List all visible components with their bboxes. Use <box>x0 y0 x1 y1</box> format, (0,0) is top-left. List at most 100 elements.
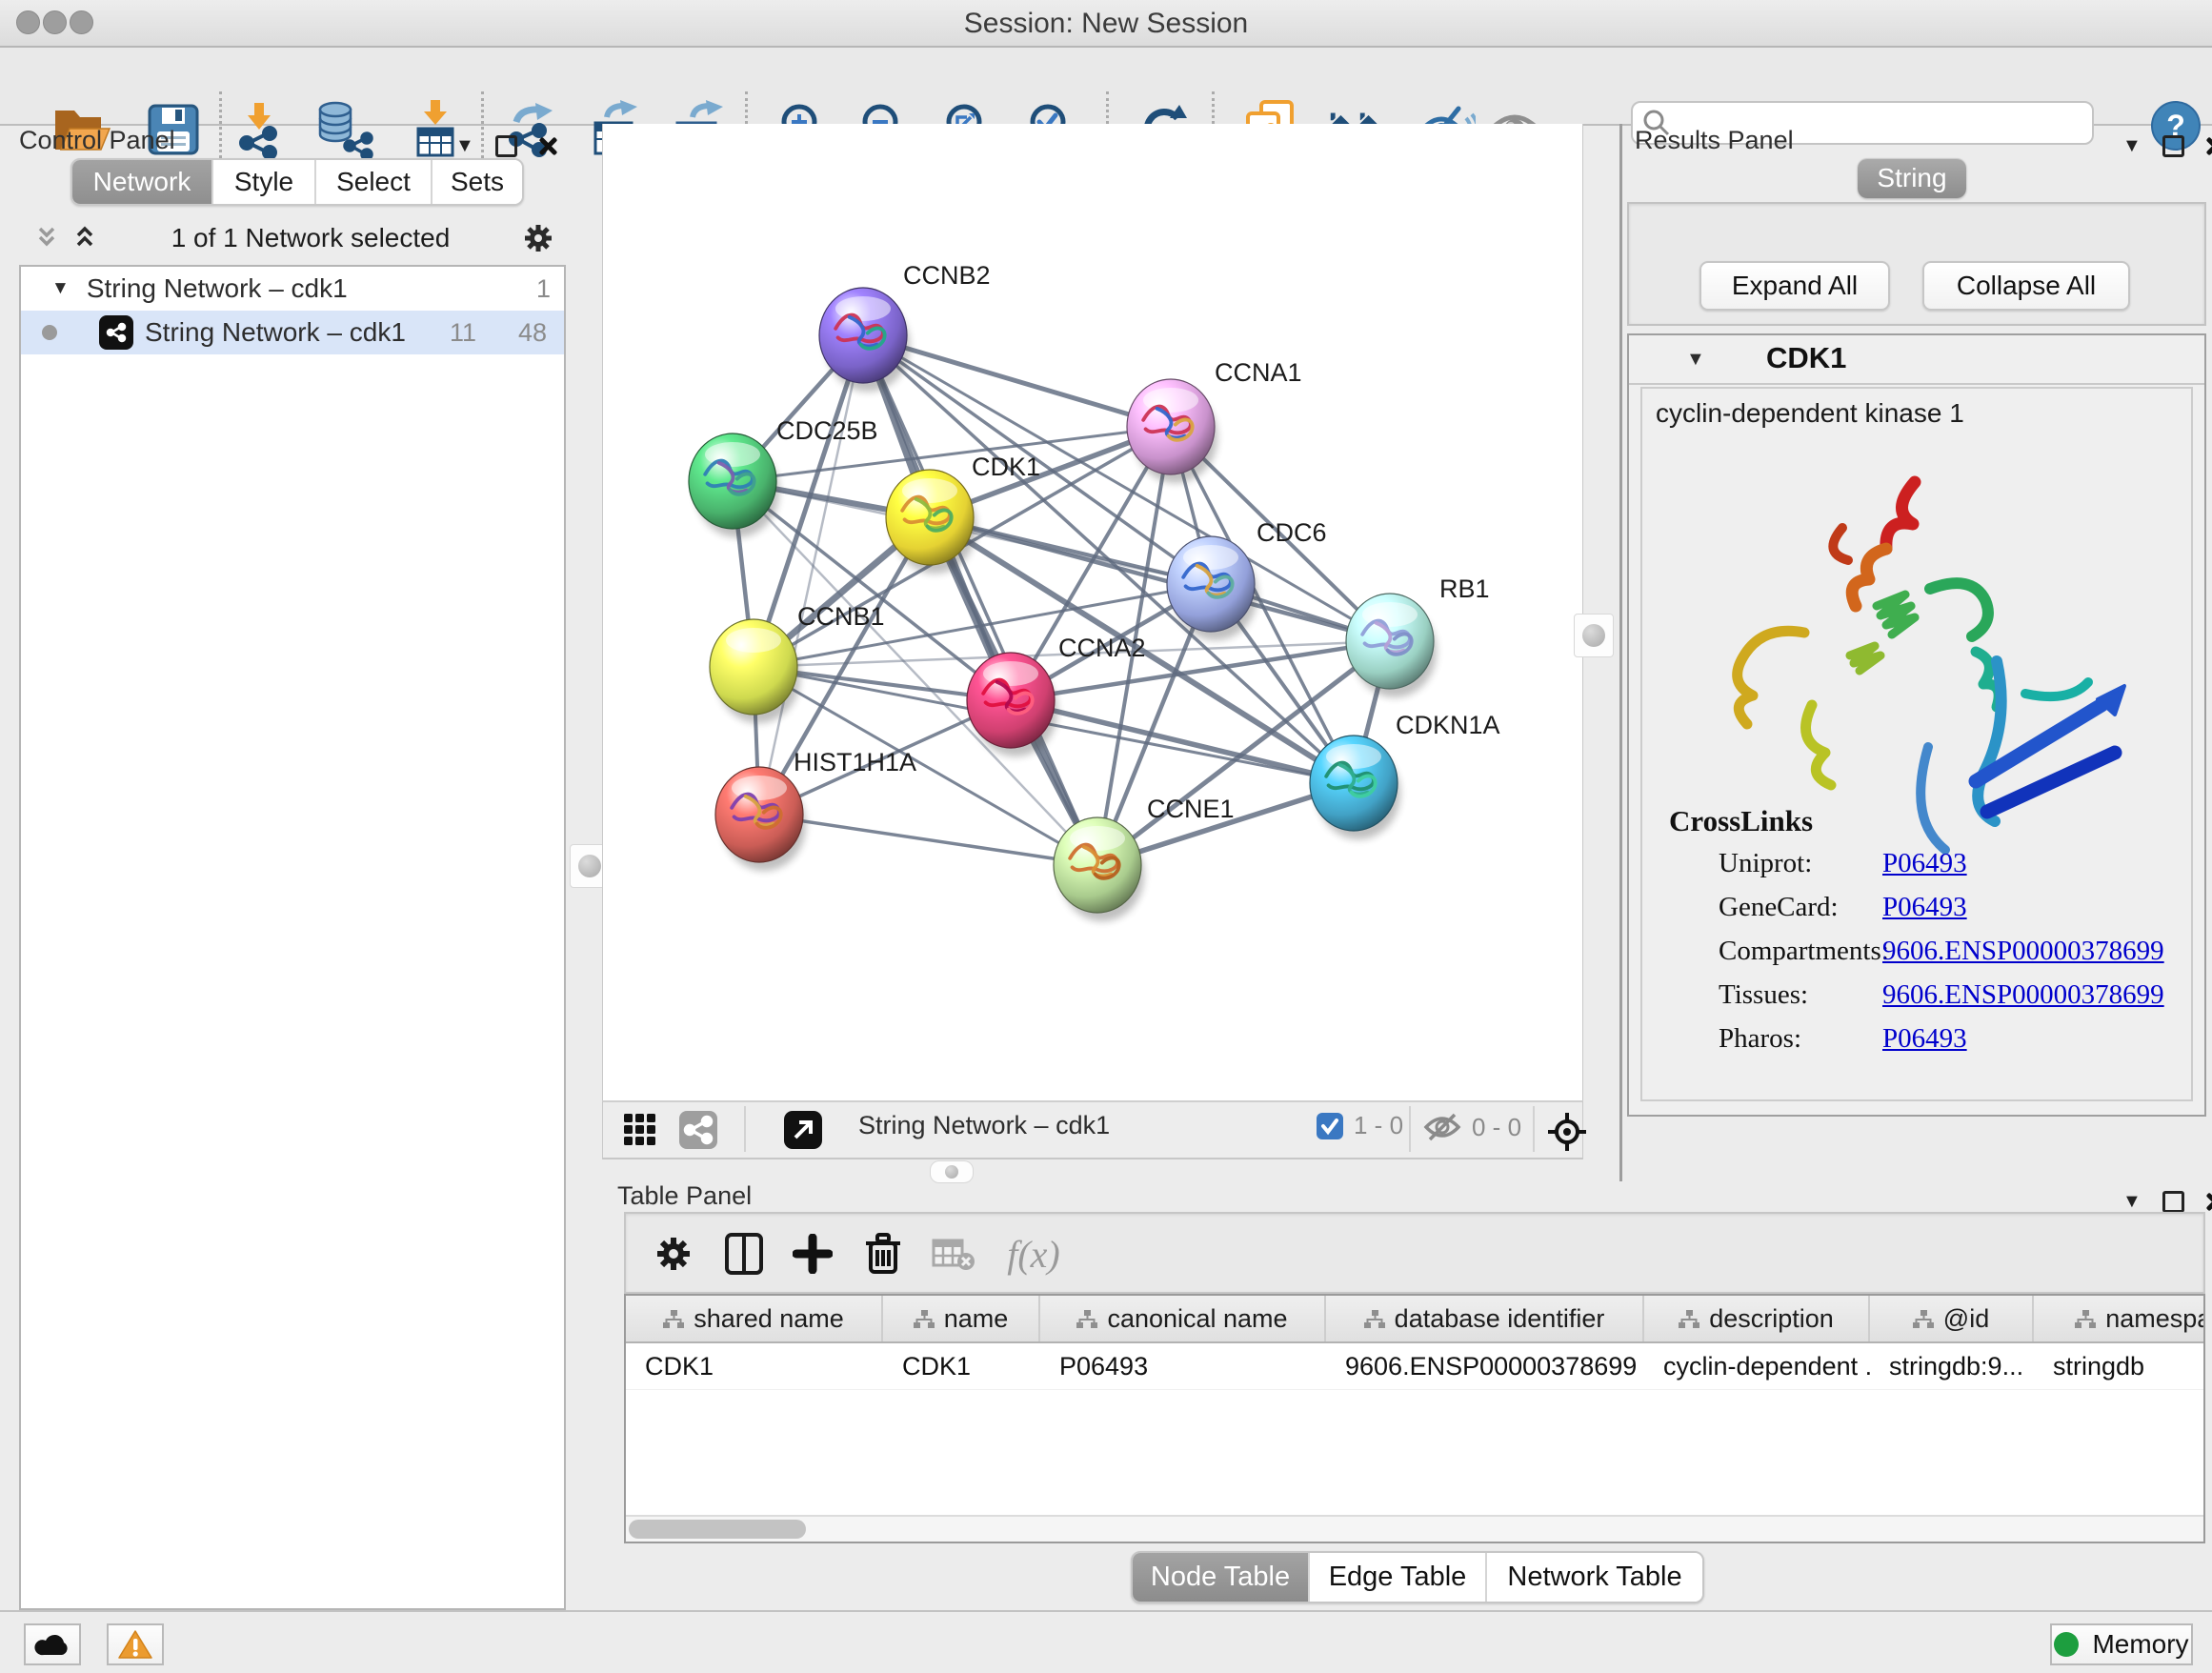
network-node-CDK1[interactable] <box>886 470 976 574</box>
panel-close-icon[interactable] <box>2205 136 2212 155</box>
collapse-all-icon[interactable] <box>32 224 61 252</box>
tab-network[interactable]: Network <box>72 160 213 204</box>
table-cell[interactable]: cyclin-dependent ... <box>1644 1343 1870 1389</box>
open-in-window-icon[interactable] <box>784 1111 822 1149</box>
tab-sets[interactable]: Sets <box>432 160 522 204</box>
network-row-selected[interactable]: String Network – cdk1 11 48 <box>21 311 564 354</box>
column-header-canonical-name[interactable]: canonical name <box>1040 1296 1326 1341</box>
toolbar-separator <box>219 91 222 164</box>
network-type-icon <box>99 315 133 350</box>
tab-edge-table[interactable]: Edge Table <box>1310 1553 1487 1602</box>
birds-eye-navigator-icon[interactable] <box>1546 1111 1588 1153</box>
collection-expand-icon[interactable]: ▼ <box>51 278 70 299</box>
network-node-count: 11 <box>450 318 476 348</box>
hidden-eye-icon[interactable] <box>1422 1111 1462 1143</box>
pharos-link[interactable]: P06493 <box>1882 1023 1967 1055</box>
panel-float-icon[interactable] <box>2162 1191 2184 1213</box>
panel-float-icon[interactable] <box>495 135 517 157</box>
warning-status-button[interactable] <box>107 1623 164 1665</box>
compartments-link[interactable]: 9606.ENSP00000378699 <box>1882 936 2164 967</box>
results-tab-string[interactable]: String <box>1858 158 1966 198</box>
horizontal-splitter-handle[interactable] <box>930 1160 974 1183</box>
network-canvas[interactable]: CCNB2CCNA1CDC25BCDK1CDC6RB1CCNB1CCNA2CDK… <box>602 124 1583 1100</box>
table-cell[interactable]: stringdb:9... <box>1870 1343 2034 1389</box>
scrollbar-thumb[interactable] <box>629 1520 806 1539</box>
network-node-CDKN1A[interactable] <box>1310 736 1400 839</box>
uniprot-link[interactable]: P06493 <box>1882 848 1967 879</box>
import-network-file-icon[interactable] <box>230 99 291 160</box>
collapse-all-button[interactable]: Collapse All <box>1922 261 2130 311</box>
show-columns-icon[interactable] <box>717 1227 771 1280</box>
import-network-database-icon[interactable] <box>314 99 375 160</box>
network-tree-header: 1 of 1 Network selected <box>19 213 564 263</box>
column-header-database-identifier[interactable]: database identifier <box>1326 1296 1644 1341</box>
panel-menu-icon[interactable]: ▼ <box>2122 135 2142 157</box>
crosslinks-heading: CrossLinks <box>1669 804 1813 838</box>
network-node-CCNA1[interactable] <box>1127 379 1217 483</box>
network-node-RB1[interactable] <box>1346 594 1437 697</box>
tab-node-table[interactable]: Node Table <box>1133 1553 1310 1602</box>
column-header-name[interactable]: name <box>883 1296 1040 1341</box>
grid-view-icon[interactable] <box>622 1112 658 1148</box>
network-row-label: String Network – cdk1 <box>145 317 406 348</box>
network-edge-count: 48 <box>518 318 547 348</box>
collection-count: 1 <box>536 274 551 304</box>
panel-close-icon[interactable] <box>538 136 557 155</box>
column-header-namespace[interactable]: namespace <box>2034 1296 2205 1341</box>
memory-label: Memory <box>2092 1629 2188 1660</box>
title-bar: Session: New Session <box>0 0 2212 48</box>
tab-select[interactable]: Select <box>316 160 432 204</box>
network-node-CDC25B[interactable] <box>689 433 779 537</box>
table-horizontal-scrollbar[interactable] <box>626 1515 2203 1542</box>
network-node-CCNE1[interactable] <box>1054 817 1144 921</box>
node-label-CDC25B: CDC25B <box>776 416 878 445</box>
table-cell[interactable]: CDK1 <box>626 1343 883 1389</box>
panel-menu-icon[interactable]: ▼ <box>2122 1191 2142 1213</box>
results-splitter[interactable] <box>1619 124 1622 1181</box>
column-header--id[interactable]: @id <box>1870 1296 2034 1341</box>
table-cell[interactable]: CDK1 <box>883 1343 1040 1389</box>
network-edge-CCNB2-HIST1H1A[interactable] <box>759 335 863 815</box>
network-share-icon[interactable] <box>679 1111 717 1149</box>
column-header-description[interactable]: description <box>1644 1296 1870 1341</box>
table-cell[interactable]: 9606.ENSP00000378699 <box>1326 1343 1644 1389</box>
table-header-row: shared namenamecanonical namedatabase id… <box>626 1296 2203 1343</box>
panel-float-icon[interactable] <box>2162 135 2184 157</box>
table-cell[interactable]: P06493 <box>1040 1343 1326 1389</box>
crosslink-row: Pharos: P06493 <box>1719 1023 1801 1055</box>
tissues-link[interactable]: 9606.ENSP00000378699 <box>1882 979 2164 1011</box>
network-node-CCNB1[interactable] <box>710 619 800 723</box>
delete-column-trash-icon[interactable] <box>856 1227 910 1280</box>
protein-section-header[interactable]: ▼ CDK1 <box>1629 335 2204 385</box>
table-settings-gear-icon[interactable] <box>647 1227 700 1280</box>
panel-menu-icon[interactable]: ▼ <box>455 135 474 157</box>
tab-network-table[interactable]: Network Table <box>1487 1553 1702 1602</box>
table-body: CDK1CDK1P064939606.ENSP00000378699cyclin… <box>626 1343 2203 1390</box>
network-edge-HIST1H1A-CCNE1[interactable] <box>759 815 1097 865</box>
add-column-icon[interactable] <box>786 1227 839 1280</box>
right-splitter-handle[interactable] <box>1574 614 1614 657</box>
memory-button[interactable]: Memory <box>2050 1623 2193 1665</box>
expand-all-button[interactable]: Expand All <box>1699 261 1890 311</box>
table-panel-header: Table Panel <box>617 1181 752 1211</box>
network-node-HIST1H1A[interactable] <box>715 767 806 871</box>
cloud-icon <box>34 1632 70 1657</box>
tab-style[interactable]: Style <box>213 160 316 204</box>
selected-checkbox-icon[interactable] <box>1316 1112 1344 1140</box>
panel-close-icon[interactable] <box>2205 1192 2212 1211</box>
table-cell[interactable]: stringdb <box>2034 1343 2205 1389</box>
cloud-status-button[interactable] <box>24 1623 81 1665</box>
warning-icon <box>118 1629 152 1660</box>
network-collection-row[interactable]: ▼ String Network – cdk1 1 <box>21 267 564 311</box>
genecard-link[interactable]: P06493 <box>1882 892 1967 923</box>
section-collapse-icon[interactable]: ▼ <box>1686 349 1705 371</box>
network-node-CCNB2[interactable] <box>819 288 910 392</box>
network-view-toolbar: String Network – cdk1 1 - 0 0 - 0 <box>602 1100 1583 1159</box>
column-header-shared-name[interactable]: shared name <box>626 1296 883 1341</box>
tree-options-gear-icon[interactable] <box>522 222 554 254</box>
expand-all-icon[interactable] <box>70 224 99 252</box>
table-row[interactable]: CDK1CDK1P064939606.ENSP00000378699cyclin… <box>626 1343 2203 1390</box>
crosslink-row: Compartments: 9606.ENSP00000378699 <box>1719 936 1889 967</box>
node-label-CCNB1: CCNB1 <box>797 602 885 631</box>
node-label-CCNB2: CCNB2 <box>903 261 991 290</box>
